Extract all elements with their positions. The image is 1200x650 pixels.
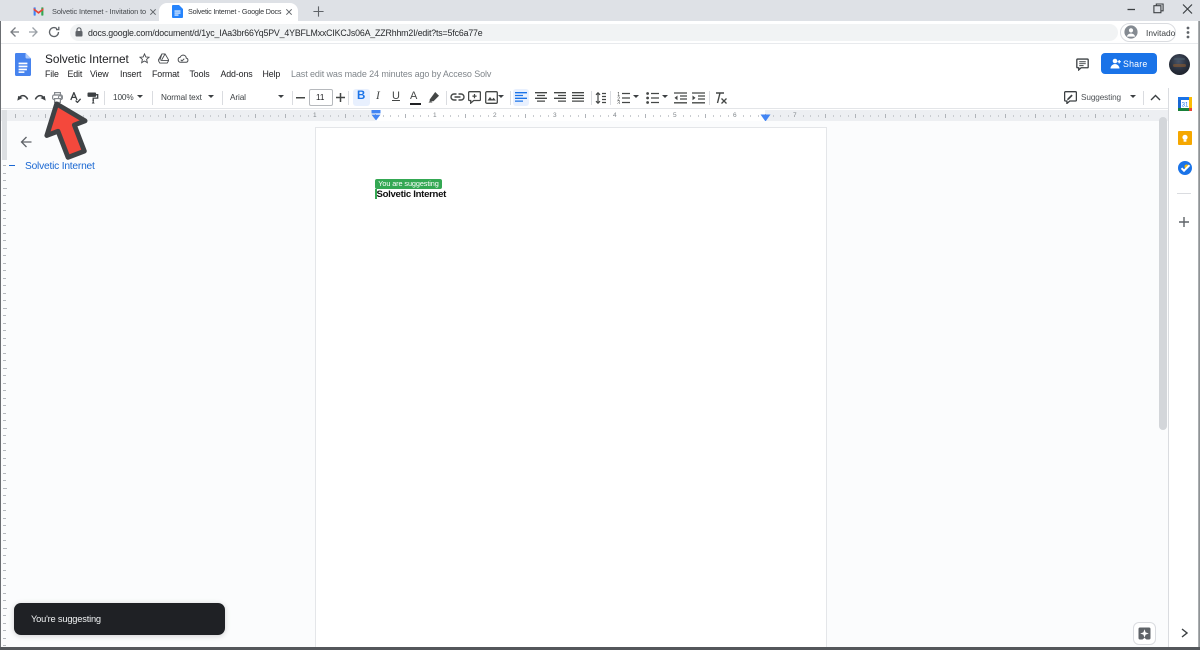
svg-text:3: 3 xyxy=(617,100,620,103)
svg-text:31: 31 xyxy=(1182,102,1189,108)
